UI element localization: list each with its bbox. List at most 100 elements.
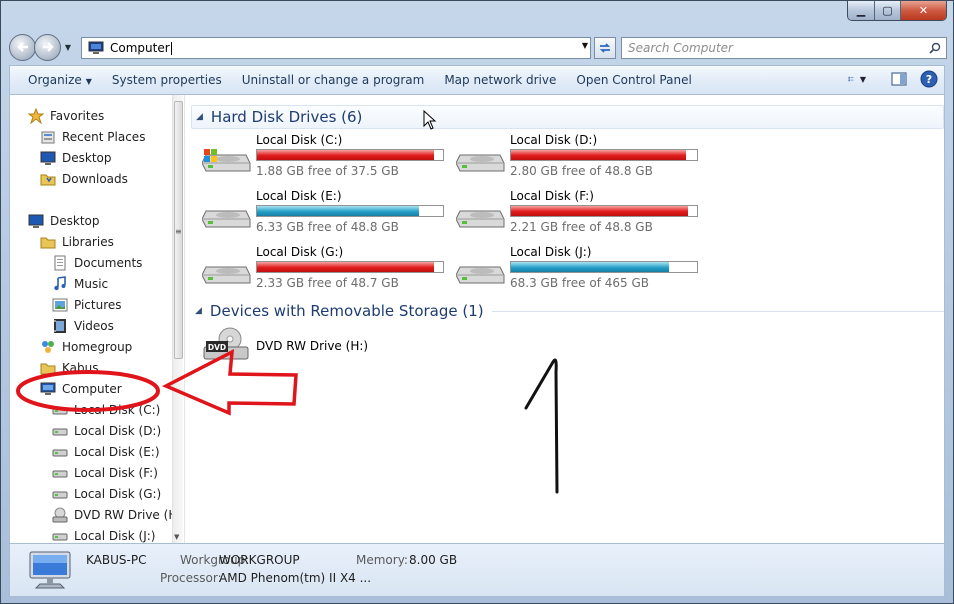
nav-item-label: Computer [62, 382, 122, 396]
drive-icon [52, 444, 68, 460]
nav-item-local-disk-e[interactable]: Local Disk (E:) [52, 442, 160, 462]
drive-free-space: 6.33 GB free of 48.8 GB [256, 220, 399, 234]
address-text[interactable]: Computer [110, 41, 170, 55]
nav-item-homegroup[interactable]: Homegroup [40, 337, 132, 357]
libraries-icon [40, 234, 56, 250]
preview-pane-icon [891, 72, 907, 86]
system-properties-button[interactable]: System properties [102, 73, 232, 87]
user-folder-icon [40, 360, 56, 376]
nav-item-videos[interactable]: Videos [52, 316, 114, 336]
close-button[interactable]: ✕ [900, 1, 946, 20]
recent-pages-dropdown[interactable]: ▼ [62, 43, 74, 52]
main-panel: Favorites Recent Places Desktop Downloads De… [9, 95, 945, 543]
group-header-removable[interactable]: ◢ Devices with Removable Storage (1) [191, 300, 944, 322]
nav-item-label: Local Disk (D:) [74, 424, 162, 438]
drive-item[interactable]: Local Disk (E:) 6.33 GB free of 48.8 GB [202, 187, 452, 237]
drive-usage-fill [257, 206, 419, 216]
processor-value: AMD Phenom(tm) II X4 ... [219, 571, 372, 585]
nav-item-local-disk-j[interactable]: Local Disk (J:) [52, 526, 155, 543]
memory-label: Memory: [356, 553, 408, 567]
address-dropdown-icon[interactable]: ▼ [582, 41, 588, 50]
group-header-hard-disks[interactable]: ◢ Hard Disk Drives (6) [191, 105, 944, 129]
drive-icon [52, 423, 68, 439]
drive-free-space: 2.33 GB free of 48.7 GB [256, 276, 399, 290]
back-button[interactable] [9, 33, 36, 61]
dvd-drive-item[interactable]: DVD DVD RW Drive (H:) [202, 325, 452, 375]
nav-item-downloads[interactable]: Downloads [40, 169, 128, 189]
drive-name: Local Disk (E:) [256, 189, 342, 203]
preview-pane-button[interactable] [890, 70, 908, 88]
address-bar[interactable]: Computer ▼ [81, 37, 591, 59]
nav-item-desktop[interactable]: Desktop [28, 211, 100, 231]
nav-item-label: Libraries [62, 235, 114, 249]
drive-item[interactable]: Local Disk (G:) 2.33 GB free of 48.7 GB [202, 243, 452, 293]
map-network-drive-button[interactable]: Map network drive [434, 73, 566, 87]
svg-text:?: ? [926, 73, 932, 86]
nav-item-label: Local Disk (E:) [74, 445, 160, 459]
drive-item[interactable]: Local Disk (J:) 68.3 GB free of 465 GB [456, 243, 706, 293]
collapse-triangle-icon[interactable]: ◢ [195, 306, 202, 316]
nav-item-music[interactable]: Music [52, 274, 108, 294]
nav-item-label: DVD RW Drive (H: [74, 508, 172, 522]
drive-usage-fill [257, 150, 434, 160]
navigation-pane: Favorites Recent Places Desktop Downloads De… [10, 95, 172, 543]
organize-label: Organize [28, 73, 82, 87]
drive-name: Local Disk (G:) [256, 245, 344, 259]
drive-name: Local Disk (J:) [510, 245, 592, 259]
pictures-icon [52, 297, 68, 313]
nav-item-computer[interactable]: Computer [40, 379, 122, 399]
drive-free-space: 2.80 GB free of 48.8 GB [510, 164, 653, 178]
processor-label: Processor: [160, 571, 222, 585]
nav-item-desktop[interactable]: Desktop [40, 148, 112, 168]
minimize-button[interactable]: ▁ [848, 1, 874, 20]
forward-button[interactable] [34, 33, 61, 61]
details-pane: KABUS-PC Workgroup: WORKGROUP Memory: 8.… [9, 543, 945, 597]
nav-item-documents[interactable]: Documents [52, 253, 142, 273]
navigation-bar: ▼ Computer ▼ Search Computer [9, 31, 947, 63]
search-input[interactable]: Search Computer [628, 41, 924, 55]
collapse-triangle-icon[interactable]: ◢ [196, 112, 203, 122]
nav-item-pictures[interactable]: Pictures [52, 295, 122, 315]
search-icon[interactable] [924, 38, 946, 58]
nav-item-kabus[interactable]: Kabus [40, 358, 99, 378]
drive-item[interactable]: Local Disk (D:) 2.80 GB free of 48.8 GB [456, 131, 706, 181]
drive-icon [456, 266, 505, 284]
nav-item-local-disk-f[interactable]: Local Disk (F:) [52, 463, 158, 483]
open-control-panel-button[interactable]: Open Control Panel [566, 73, 701, 87]
homegroup-icon [40, 339, 56, 355]
nav-item-dvd-rw-drive-h[interactable]: DVD RW Drive (H: [52, 505, 172, 525]
dvd-drive-icon [52, 507, 68, 523]
scroll-down-arrow-icon[interactable]: ▼ [174, 533, 179, 541]
organize-menu[interactable]: Organize ▼ [18, 73, 102, 87]
drive-name: Local Disk (D:) [510, 133, 598, 147]
nav-item-libraries[interactable]: Libraries [40, 232, 114, 252]
drive-item[interactable]: Local Disk (F:) 2.21 GB free of 48.8 GB [456, 187, 706, 237]
nav-item-local-disk-d[interactable]: Local Disk (D:) [52, 421, 161, 441]
mouse-cursor-icon [423, 110, 437, 130]
drive-usage-bar [510, 205, 698, 217]
desktop-icon [28, 213, 44, 229]
chevron-down-icon: ▼ [859, 74, 866, 84]
navigation-scrollbar[interactable]: ≡ ▼ [172, 95, 183, 543]
computer-name: KABUS-PC [86, 553, 147, 567]
nav-item-recent-places[interactable]: Recent Places [40, 127, 145, 147]
nav-item-label: Music [74, 277, 109, 291]
change-view-button[interactable]: ▼ [848, 70, 866, 88]
drive-item[interactable]: Local Disk (C:) 1.88 GB free of 37.5 GB [202, 131, 452, 181]
nav-item-favorites[interactable]: Favorites [28, 106, 104, 126]
nav-item-local-disk-g[interactable]: Local Disk (G:) [52, 484, 161, 504]
text-caret [170, 41, 172, 55]
help-button[interactable]: ? [920, 70, 938, 88]
refresh-button[interactable] [594, 37, 616, 59]
maximize-button[interactable]: ▢ [874, 1, 900, 20]
recent-places-icon [40, 129, 56, 145]
search-box[interactable]: Search Computer [621, 37, 947, 59]
nav-item-local-disk-c[interactable]: Local Disk (C:) [52, 400, 160, 420]
chevron-down-icon: ▼ [85, 77, 92, 86]
back-arrow-icon [16, 42, 28, 52]
folder-icon [40, 171, 56, 187]
drive-usage-bar [256, 149, 444, 161]
uninstall-program-button[interactable]: Uninstall or change a program [232, 73, 435, 87]
nav-item-label: Recent Places [62, 130, 146, 144]
nav-item-label: Pictures [74, 298, 122, 312]
